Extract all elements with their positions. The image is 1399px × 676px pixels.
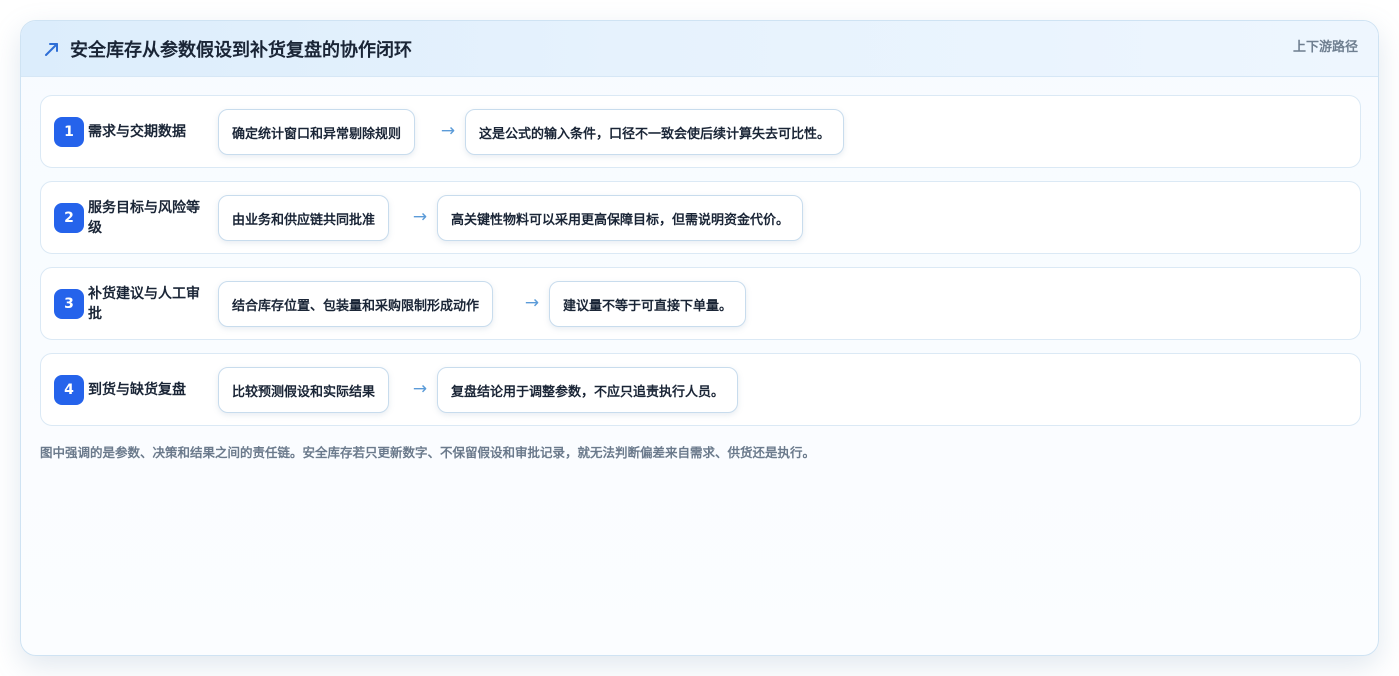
diagram-card: 安全库存从参数假设到补货复盘的协作闭环 上下游路径 1 需求与交期数据 确定统计… [20, 20, 1379, 656]
flow-arrow-icon: → [412, 207, 428, 227]
step-row-1: 1 需求与交期数据 确定统计窗口和异常剔除规则 → 这是公式的输入条件，口径不一… [40, 95, 1361, 168]
step-stage-label: 补货建议与人工审批 [88, 286, 200, 322]
step-action-box: 确定统计窗口和异常剔除规则 [218, 109, 416, 155]
page-title: 安全库存从参数假设到补货复盘的协作闭环 [70, 40, 412, 61]
path-tag: 上下游路径 [1292, 40, 1358, 55]
step-number-badge: 2 [54, 203, 84, 233]
step-stage-label: 到货与缺货复盘 [88, 382, 186, 398]
step-row-2: 2 服务目标与风险等级 由业务和供应链共同批准 → 高关键性物料可以采用更高保障… [40, 181, 1361, 254]
step-stage-label: 服务目标与风险等级 [88, 200, 200, 236]
step-number-badge: 3 [54, 289, 84, 319]
step-row-4: 4 到货与缺货复盘 比较预测假设和实际结果 → 复盘结论用于调整参数，不应只追责… [40, 353, 1361, 426]
step-action-box: 结合库存位置、包装量和采购限制形成动作 [218, 281, 494, 327]
step-row-3: 3 补货建议与人工审批 结合库存位置、包装量和采购限制形成动作 → 建议量不等于… [40, 267, 1361, 340]
flow-arrow-icon: → [524, 293, 540, 313]
step-action-box: 由业务和供应链共同批准 [218, 195, 390, 241]
step-stage-label: 需求与交期数据 [88, 124, 186, 140]
trend-arrow-icon [45, 43, 58, 56]
step-number-badge: 1 [54, 117, 84, 147]
step-note-box: 复盘结论用于调整参数，不应只追责执行人员。 [437, 367, 739, 413]
step-note-box: 这是公式的输入条件，口径不一致会使后续计算失去可比性。 [465, 109, 845, 155]
step-note-box: 建议量不等于可直接下单量。 [549, 281, 747, 327]
flow-arrow-icon: → [412, 379, 428, 399]
footnote-text: 图中强调的是参数、决策和结果之间的责任链。安全库存若只更新数字、不保留假设和审批… [40, 445, 816, 460]
step-action-box: 比较预测假设和实际结果 [218, 367, 390, 413]
step-number-badge: 4 [54, 375, 84, 405]
card-header: 安全库存从参数假设到补货复盘的协作闭环 上下游路径 [21, 21, 1378, 77]
step-note-box: 高关键性物料可以采用更高保障目标，但需说明资金代价。 [437, 195, 804, 241]
flow-arrow-icon: → [440, 121, 456, 141]
